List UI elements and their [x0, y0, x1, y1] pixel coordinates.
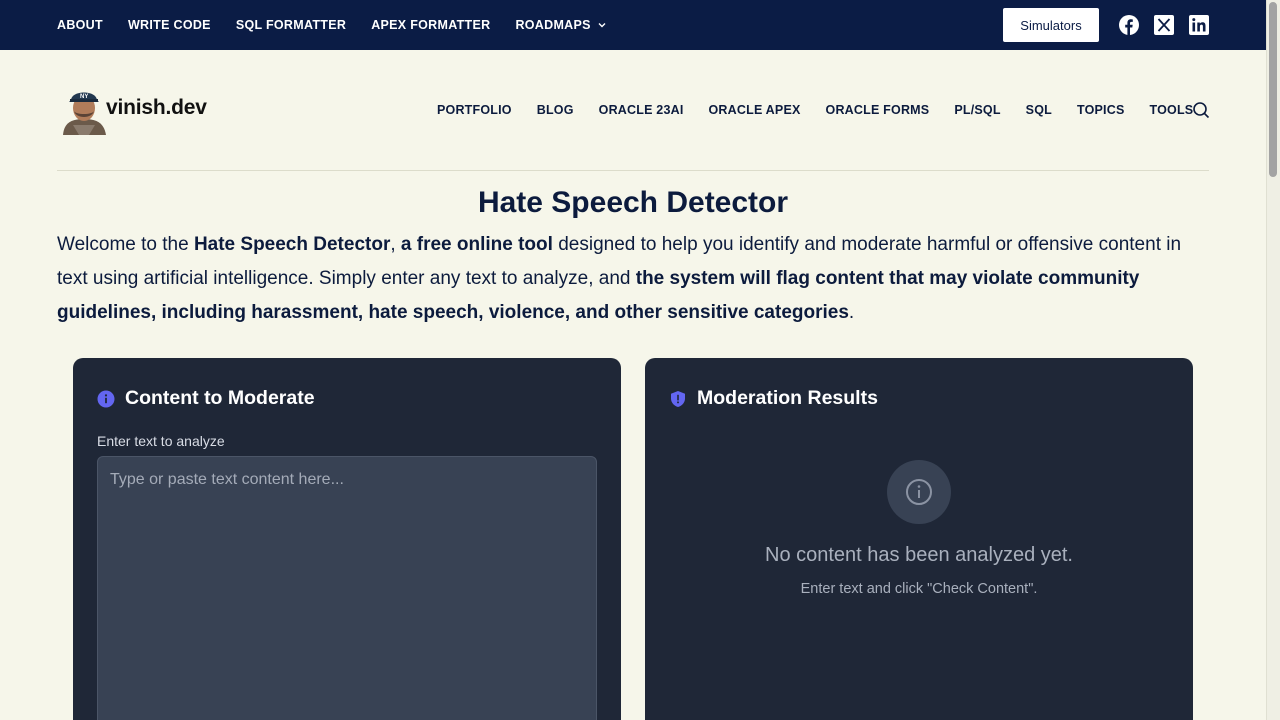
chevron-down-icon: [598, 23, 606, 28]
top-nav: ABOUT WRITE CODE SQL FORMATTER APEX FORM…: [57, 0, 607, 50]
results-panel-header: Moderation Results: [669, 387, 878, 410]
intro-text-1: Welcome to the: [57, 234, 194, 255]
nav-tools[interactable]: TOOLS: [1149, 103, 1193, 117]
page-title: Hate Speech Detector: [477, 186, 789, 219]
results-panel: Moderation Results No content has been a…: [645, 358, 1193, 720]
nav-blog[interactable]: BLOG: [537, 103, 574, 117]
top-nav-roadmaps[interactable]: ROADMAPS: [515, 18, 606, 32]
results-panel-title: Moderation Results: [697, 387, 878, 409]
content-panel: Content to Moderate Enter text to analyz…: [73, 358, 621, 720]
x-twitter-icon[interactable]: [1154, 15, 1174, 35]
empty-state-title: No content has been analyzed yet.: [765, 544, 1073, 566]
search-icon[interactable]: [1192, 101, 1210, 119]
header-divider: [57, 170, 1209, 171]
text-input-label: Enter text to analyze: [97, 433, 225, 449]
info-outline-icon: [906, 479, 932, 505]
nav-oracle-23ai[interactable]: ORACLE 23AI: [599, 103, 684, 117]
empty-state-badge: [887, 460, 951, 524]
info-circle-icon: [97, 390, 115, 407]
intro-text-2: ,: [390, 234, 401, 255]
linkedin-icon[interactable]: [1189, 15, 1209, 35]
intro-text-4: .: [848, 302, 855, 323]
svg-text:NY: NY: [80, 94, 88, 100]
top-nav-about[interactable]: ABOUT: [57, 18, 103, 32]
top-nav-apex-formatter[interactable]: APEX FORMATTER: [371, 18, 490, 32]
top-bar: ABOUT WRITE CODE SQL FORMATTER APEX FORM…: [0, 0, 1266, 50]
intro-bold-2: a free online tool: [400, 234, 553, 255]
top-nav-roadmaps-label: ROADMAPS: [515, 18, 591, 32]
top-nav-sql-formatter[interactable]: SQL FORMATTER: [236, 18, 346, 32]
logo-avatar[interactable]: NY: [61, 85, 107, 135]
nav-oracle-apex[interactable]: ORACLE APEX: [709, 103, 801, 117]
intro-paragraph: Welcome to the Hate Speech Detector, a f…: [57, 228, 1212, 330]
site-logo-text[interactable]: vinish.dev: [106, 96, 207, 120]
nav-oracle-forms[interactable]: ORACLE FORMS: [826, 103, 930, 117]
content-text-input[interactable]: [97, 456, 597, 720]
page-scrollbar-thumb[interactable]: [1269, 2, 1277, 177]
facebook-icon[interactable]: [1119, 15, 1139, 35]
content-panel-header: Content to Moderate: [97, 387, 315, 410]
empty-state-subtitle: Enter text and click "Check Content".: [800, 581, 1038, 597]
nav-plsql[interactable]: PL/SQL: [954, 103, 1000, 117]
simulators-button[interactable]: Simulators: [1003, 8, 1099, 42]
shield-icon: [671, 390, 685, 407]
nav-portfolio[interactable]: PORTFOLIO: [437, 103, 512, 117]
top-nav-write-code[interactable]: WRITE CODE: [128, 18, 211, 32]
nav-topics[interactable]: TOPICS: [1077, 103, 1125, 117]
main-nav: PORTFOLIO BLOG ORACLE 23AI ORACLE APEX O…: [437, 100, 1218, 120]
content-panel-title: Content to Moderate: [125, 387, 315, 409]
nav-sql[interactable]: SQL: [1026, 103, 1052, 117]
intro-bold-1: Hate Speech Detector: [193, 234, 391, 255]
